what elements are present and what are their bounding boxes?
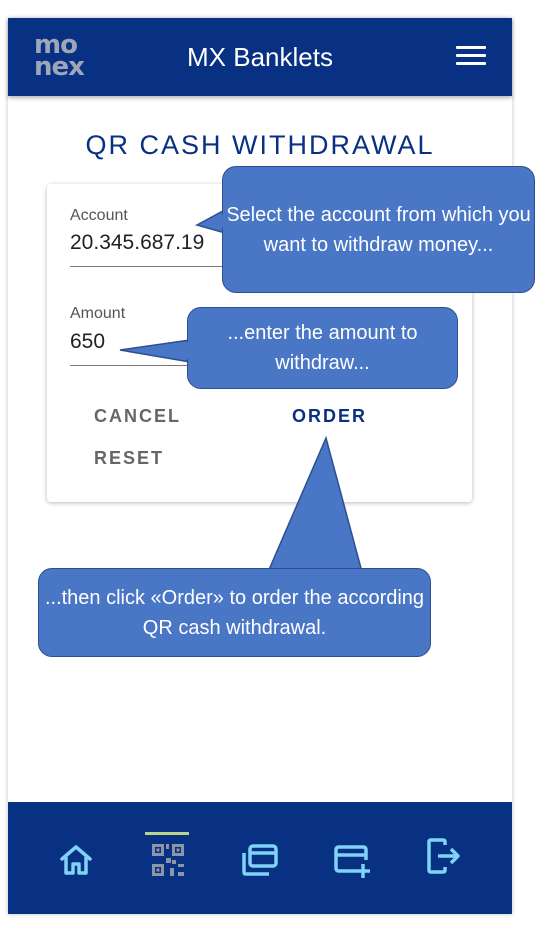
- hamburger-menu-icon[interactable]: [456, 46, 486, 68]
- app-bar: mo nex MX Banklets: [8, 18, 512, 96]
- amount-label: Amount: [70, 305, 126, 322]
- callout-click-order: ...then click «Order» to order the accor…: [38, 568, 431, 657]
- page-title: QR CASH WITHDRAWAL: [85, 130, 435, 160]
- active-tab-indicator: [145, 832, 189, 835]
- amount-input[interactable]: 650: [70, 330, 105, 354]
- phone-frame: mo nex MX Banklets QR CASH WITHDRAWAL Ac…: [8, 18, 512, 914]
- bottom-navigation: [8, 802, 512, 914]
- logout-icon[interactable]: [423, 836, 463, 876]
- accounts-icon[interactable]: [239, 840, 279, 880]
- account-label: Account: [70, 207, 128, 224]
- reset-button[interactable]: RESET: [94, 448, 164, 469]
- callout-select-account: Select the account from which you want t…: [222, 166, 535, 293]
- add-card-icon[interactable]: [331, 840, 371, 880]
- amount-underline: [70, 365, 195, 366]
- app-title: MX Banklets: [187, 42, 333, 72]
- qr-code-icon[interactable]: [148, 840, 188, 880]
- account-select[interactable]: 20.345.687.19: [70, 231, 204, 255]
- order-button[interactable]: ORDER: [292, 406, 367, 427]
- callout-enter-amount: ...enter the amount to withdraw...: [187, 307, 458, 389]
- home-icon[interactable]: [56, 840, 96, 880]
- cancel-button[interactable]: CANCEL: [94, 406, 181, 427]
- account-underline: [70, 266, 225, 267]
